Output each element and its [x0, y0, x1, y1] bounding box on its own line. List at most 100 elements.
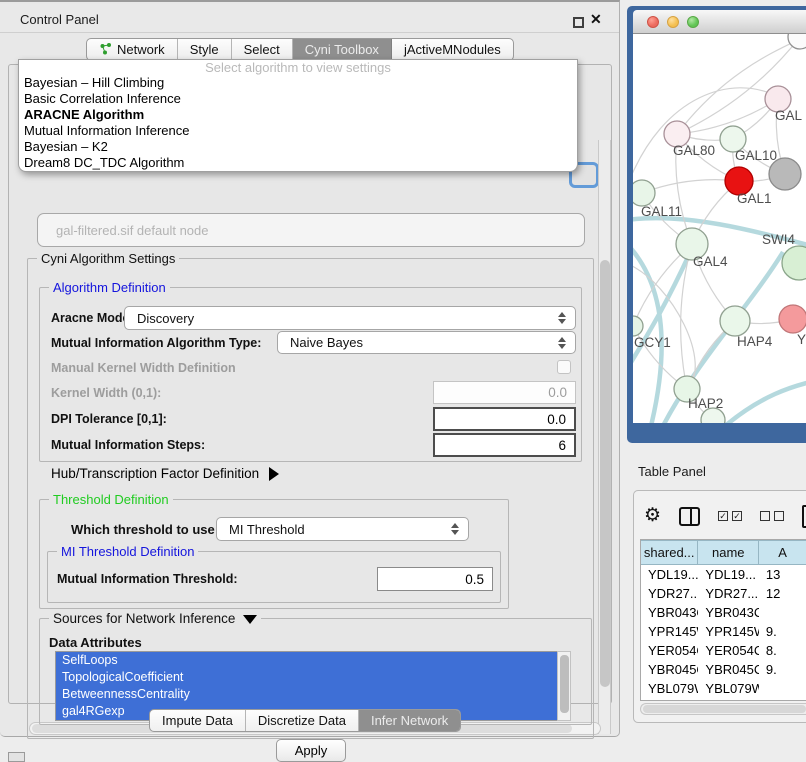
- network-node-HAP4[interactable]: [720, 306, 750, 336]
- table-panel-title: Table Panel: [638, 464, 706, 479]
- table-row[interactable]: YDL19...YDL19...13: [641, 565, 806, 584]
- network-node-Y[interactable]: [779, 305, 806, 333]
- apply-button[interactable]: Apply: [276, 739, 346, 762]
- sources-group-title[interactable]: Sources for Network Inference: [49, 611, 261, 626]
- table-horizontal-scrollbar-thumb[interactable]: [643, 705, 806, 713]
- panel-grip[interactable]: [8, 752, 25, 762]
- table-horizontal-scrollbar[interactable]: [640, 703, 806, 715]
- network-node-label: GAL11: [641, 204, 682, 219]
- tab-infer-network[interactable]: Infer Network: [359, 710, 460, 731]
- deselect-all-icon[interactable]: [760, 511, 784, 521]
- settings-vertical-scrollbar-thumb[interactable]: [600, 260, 610, 687]
- tab-label: jActiveMNodules: [404, 42, 501, 57]
- dropdown-item[interactable]: Basic Correlation Inference: [19, 91, 577, 107]
- list-item[interactable]: BetweennessCentrality: [56, 686, 557, 703]
- mi-type-combo[interactable]: Naive Bayes: [277, 331, 576, 354]
- dropdown-item[interactable]: Bayesian – K2: [19, 139, 577, 155]
- network-edge-thick[interactable]: [725, 380, 806, 423]
- minimize-light-icon[interactable]: [667, 16, 679, 28]
- mi-threshold-field[interactable]: 0.5: [377, 567, 493, 591]
- network-node-label: SWI4: [762, 232, 795, 247]
- gear-icon[interactable]: ⚙: [644, 506, 661, 526]
- tab-label: Select: [244, 42, 280, 57]
- table-cell: 8.: [759, 641, 806, 660]
- dpi-tolerance-field[interactable]: 0.0: [433, 407, 576, 431]
- float-icon[interactable]: [573, 17, 584, 28]
- tab-style[interactable]: Style: [178, 39, 232, 60]
- kernel-width-field[interactable]: 0.0: [433, 381, 576, 404]
- settings-vertical-scrollbar[interactable]: [598, 140, 611, 734]
- dropdown-item[interactable]: Bayesian – Hill Climbing: [19, 75, 577, 91]
- column-layout-icon[interactable]: [679, 507, 700, 526]
- network-node-GCY1[interactable]: [633, 316, 643, 336]
- network-node-SWI4[interactable]: [782, 246, 806, 280]
- network-node-top-partial[interactable]: [788, 34, 806, 49]
- which-threshold-combo[interactable]: MI Threshold: [216, 517, 469, 541]
- mi-steps-label: Mutual Information Steps:: [51, 438, 205, 452]
- table-row[interactable]: YER054CYER054C8.: [641, 641, 806, 660]
- aracne-mode-label: Aracne Mode:: [51, 311, 134, 325]
- table-cell: YER054C: [698, 641, 759, 660]
- checked-box-icon: ✓: [718, 511, 728, 521]
- table-row[interactable]: YBR043CYBR043C: [641, 603, 806, 622]
- tab-label: Cyni Toolbox: [305, 42, 379, 57]
- table-row[interactable]: YLR345WYLR345W9.: [641, 698, 806, 701]
- dropdown-item[interactable]: Dream8 DC_TDC Algorithm: [19, 155, 577, 171]
- aracne-mode-combo[interactable]: Discovery: [124, 306, 576, 330]
- top-tab-bar: NetworkStyle Select Cyni Toolbox jActiveMNo…: [86, 38, 514, 61]
- table-source-combo-value: gal-filtered.sif default node: [56, 223, 208, 238]
- tab-network[interactable]: Network: [87, 39, 178, 60]
- close-light-icon[interactable]: [647, 16, 659, 28]
- tab-impute-data[interactable]: Impute Data: [150, 710, 246, 731]
- network-window-titlebar[interactable]: [633, 10, 806, 34]
- table-panel-toolbar: ⚙ ✓✓: [644, 503, 806, 529]
- column-header[interactable]: A: [759, 540, 806, 565]
- which-threshold-label: Which threshold to use:: [71, 522, 219, 537]
- attributes-list-scrollbar[interactable]: [557, 651, 571, 721]
- close-icon[interactable]: ✕: [590, 11, 602, 28]
- algorithm-dropdown-items: Bayesian – Hill ClimbingBasic Correlatio…: [19, 75, 577, 171]
- table-cell: YLR345W: [641, 698, 698, 701]
- select-all-icon[interactable]: ✓✓: [718, 511, 742, 521]
- bottom-tab-bar: Impute Data Discretize Data Infer Network: [149, 709, 461, 732]
- column-header[interactable]: name: [698, 540, 759, 565]
- unchecked-box-icon: [760, 511, 770, 521]
- attributes-list-scrollbar-thumb[interactable]: [560, 655, 569, 713]
- mi-steps-field[interactable]: 6: [433, 433, 576, 457]
- control-panel-titlebar[interactable]: Control Panel ✕: [0, 4, 619, 33]
- table-row[interactable]: YBL079WYBL079W: [641, 679, 806, 698]
- threshold-definition-title: Threshold Definition: [49, 492, 173, 507]
- tab-discretize-data[interactable]: Discretize Data: [246, 710, 359, 731]
- list-item[interactable]: SelfLoops: [56, 652, 557, 669]
- table-row[interactable]: YBR045CYBR045C9.: [641, 660, 806, 679]
- table-cell: YBL079W: [641, 679, 698, 698]
- tab-select[interactable]: Select: [232, 39, 293, 60]
- network-node-label: GAL1: [737, 191, 772, 206]
- table-cell: YDR27...: [698, 584, 759, 603]
- column-header[interactable]: shared...: [641, 540, 698, 565]
- dropdown-item[interactable]: ARACNE Algorithm: [19, 107, 577, 123]
- tab-jactivemnodules[interactable]: jActiveMNodules: [392, 39, 513, 60]
- table-cell: YPR145W: [641, 622, 698, 641]
- mi-threshold-group-title: MI Threshold Definition: [57, 544, 198, 559]
- control-panel-title: Control Panel: [20, 12, 99, 27]
- file-icon[interactable]: [802, 505, 806, 528]
- table-cell: YDR27...: [641, 584, 698, 603]
- table-row[interactable]: YDR27...YDR27...12: [641, 584, 806, 603]
- zoom-light-icon[interactable]: [687, 16, 699, 28]
- list-item[interactable]: TopologicalCoefficient: [56, 669, 557, 686]
- table-source-combo[interactable]: gal-filtered.sif default node: [37, 213, 585, 247]
- dropdown-item[interactable]: Mutual Information Inference: [19, 123, 577, 139]
- hub-definition-expander[interactable]: Hub/Transcription Factor Definition: [51, 466, 279, 481]
- tab-cyni-toolbox[interactable]: Cyni Toolbox: [293, 39, 392, 60]
- network-node-GAL11[interactable]: [633, 180, 655, 206]
- combo-arrows-icon: [558, 337, 566, 349]
- unchecked-box-icon: [774, 511, 784, 521]
- manual-kernel-checkbox[interactable]: [557, 360, 571, 374]
- data-attributes-label: Data Attributes: [49, 635, 142, 650]
- manual-kernel-label: Manual Kernel Width Definition: [51, 361, 236, 375]
- table-row[interactable]: YPR145WYPR145W9.: [641, 622, 806, 641]
- table-cell: YBR045C: [698, 660, 759, 679]
- network-canvas[interactable]: GALGAL80GAL10GAL1GAL11SWI4GAL4GCY1HAP4YH…: [633, 34, 806, 423]
- tab-label: Discretize Data: [258, 713, 346, 728]
